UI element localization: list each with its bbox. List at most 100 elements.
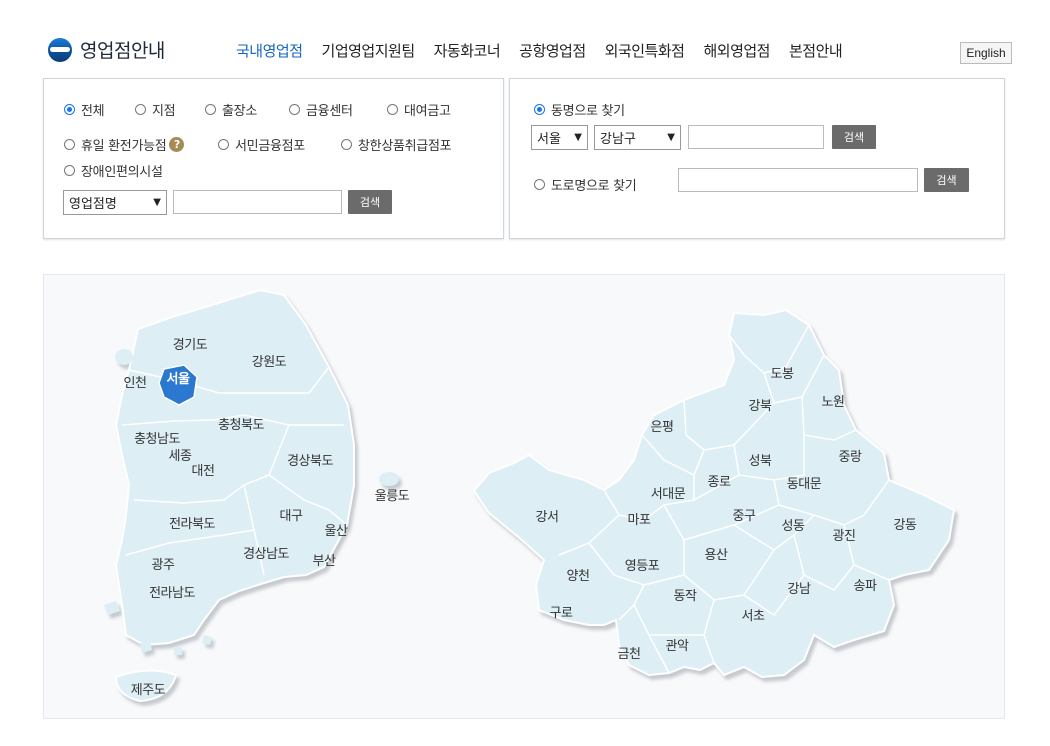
region-label-chungbuk[interactable]: 충청북도 — [218, 418, 265, 433]
type-radio-accessibility[interactable]: 장애인편의시설 — [64, 161, 163, 180]
by-road-radio[interactable]: 도로명으로 찾기 — [534, 175, 637, 194]
nav-head-office[interactable]: 본점안내 — [789, 40, 843, 61]
type-radio-low-income[interactable]: 서민금융점포 — [218, 135, 305, 154]
dong-search-button[interactable]: 검색 — [832, 125, 876, 149]
district-label-gangnam[interactable]: 강남 — [788, 582, 812, 597]
region-label-gyeongnam[interactable]: 경상남도 — [243, 547, 290, 562]
radio-button[interactable] — [218, 139, 229, 150]
field-select[interactable]: 영업점명 ▼ — [63, 190, 167, 215]
korea-map — [104, 288, 399, 703]
radio-button[interactable] — [387, 104, 398, 115]
radio-button[interactable] — [135, 104, 146, 115]
region-label-ulleungdo[interactable]: 울릉도 — [375, 489, 410, 504]
site-logo[interactable]: 영업점안내 — [48, 36, 165, 63]
district-label-seongdong[interactable]: 성동 — [782, 519, 806, 534]
region-label-gangwon[interactable]: 강원도 — [252, 355, 287, 370]
radio-label: 휴일 환전가능점 — [81, 139, 167, 154]
district-label-yangcheon[interactable]: 양천 — [567, 569, 590, 584]
nav-overseas-branch[interactable]: 해외영업점 — [703, 40, 770, 61]
dong-input[interactable] — [688, 125, 824, 149]
district-label-jongno[interactable]: 종로 — [708, 475, 732, 490]
region-label-incheon[interactable]: 인천 — [124, 376, 147, 391]
ganghwa-island — [115, 349, 133, 365]
region-label-ulsan[interactable]: 울산 — [325, 524, 349, 539]
chevron-down-icon: ▼ — [574, 132, 582, 143]
district-label-mapo[interactable]: 마포 — [628, 513, 652, 528]
type-radio-holiday-exchange[interactable]: 휴일 환전가능점? — [64, 135, 185, 154]
nav-airport-branch[interactable]: 공항영업점 — [519, 40, 586, 61]
nav-corporate-support[interactable]: 기업영업지원팀 — [322, 40, 416, 61]
radio-button[interactable] — [289, 104, 300, 115]
radio-label: 대여금고 — [404, 104, 451, 119]
region-label-chungnam[interactable]: 충청남도 — [134, 432, 181, 447]
district-label-yongsan[interactable]: 용산 — [705, 548, 729, 563]
district-label-seodaemun[interactable]: 서대문 — [651, 487, 686, 502]
type-radio-safe-deposit[interactable]: 대여금고 — [387, 100, 451, 119]
road-search-button[interactable]: 검색 — [924, 168, 969, 192]
region-label-gyeongbuk[interactable]: 경상북도 — [287, 454, 334, 469]
region-label-daejeon[interactable]: 대전 — [192, 464, 215, 479]
branch-search-button[interactable]: 검색 — [348, 190, 392, 214]
district-label-songpa[interactable]: 송파 — [854, 579, 878, 594]
nav-domestic-branch[interactable]: 국내영업점 — [236, 40, 303, 61]
region-label-jeonbuk[interactable]: 전라북도 — [169, 517, 216, 532]
branch-keyword-input[interactable] — [173, 190, 342, 214]
district-label-junggu[interactable]: 중구 — [733, 509, 757, 524]
region-label-daegu[interactable]: 대구 — [280, 509, 304, 524]
district-select-value: 강남구 — [600, 132, 636, 147]
district-select[interactable]: 강남구 ▼ — [594, 125, 681, 150]
radio-label: 전체 — [81, 104, 105, 119]
district-label-gangdong[interactable]: 강동 — [894, 518, 918, 533]
district-label-seongbuk[interactable]: 성북 — [749, 454, 773, 469]
question-icon[interactable]: ? — [169, 137, 185, 152]
seoul-outline — [472, 308, 956, 679]
radio-label: 장애인편의시설 — [81, 165, 163, 180]
district-label-gwangjin[interactable]: 광진 — [833, 529, 856, 544]
radio-label: 서민금융점포 — [235, 139, 305, 154]
district-label-guro[interactable]: 구로 — [550, 606, 574, 621]
region-label-gyeonggi[interactable]: 경기도 — [173, 338, 208, 353]
region-label-busan[interactable]: 부산 — [313, 554, 337, 569]
radio-button[interactable] — [64, 139, 75, 150]
district-label-dongjak[interactable]: 동작 — [674, 589, 698, 604]
district-label-nowon[interactable]: 노원 — [822, 395, 845, 410]
road-input[interactable] — [678, 168, 918, 192]
district-label-dobong[interactable]: 도봉 — [771, 367, 795, 382]
region-label-jeju[interactable]: 제주도 — [131, 683, 166, 698]
by-dong-radio[interactable]: 동명으로 찾기 — [534, 100, 625, 119]
nav-atm-corner[interactable]: 자동화코너 — [434, 40, 501, 61]
radio-button[interactable] — [534, 104, 545, 115]
district-label-seocho[interactable]: 서초 — [742, 609, 766, 624]
type-radio-branch[interactable]: 지점 — [135, 100, 176, 119]
english-button[interactable]: English — [960, 42, 1012, 64]
district-label-dongdaemun[interactable]: 동대문 — [787, 477, 822, 492]
region-maps: 경기도 강원도 인천 서울 충청북도 충청남도 세종 대전 경상북도 울릉도 전… — [104, 288, 956, 703]
district-label-geumcheon[interactable]: 금천 — [618, 647, 641, 662]
ulleungdo-island[interactable] — [379, 472, 399, 486]
region-label-sejong[interactable]: 세종 — [169, 449, 193, 464]
radio-button[interactable] — [205, 104, 216, 115]
region-label-jeonnam[interactable]: 전라남도 — [149, 586, 196, 601]
region-label-gwangju[interactable]: 광주 — [152, 558, 176, 573]
type-radio-outpost[interactable]: 출장소 — [205, 100, 257, 119]
radio-button[interactable] — [64, 104, 75, 115]
district-label-eunpyeong[interactable]: 은평 — [651, 420, 674, 435]
radio-label: 창한상품취급점포 — [358, 139, 452, 154]
radio-label: 출장소 — [222, 104, 257, 119]
region-label-seoul[interactable]: 서울 — [167, 371, 191, 387]
type-radio-startup-product[interactable]: 창한상품취급점포 — [341, 135, 452, 154]
district-label-gangbuk[interactable]: 강북 — [749, 399, 773, 414]
district-label-gangseo[interactable]: 강서 — [536, 510, 559, 525]
radio-label: 금융센터 — [306, 104, 353, 119]
district-label-gwanak[interactable]: 관악 — [666, 639, 690, 654]
radio-button[interactable] — [341, 139, 352, 150]
district-label-yeongdeungpo[interactable]: 영등포 — [625, 559, 660, 574]
type-radio-finance-center[interactable]: 금융센터 — [289, 100, 353, 119]
radio-button[interactable] — [64, 165, 75, 176]
chevron-down-icon: ▼ — [153, 197, 161, 208]
radio-button[interactable] — [534, 179, 545, 190]
district-label-jungnang[interactable]: 중랑 — [839, 450, 863, 465]
nav-foreigner-branch[interactable]: 외국인특화점 — [605, 40, 685, 61]
city-select[interactable]: 서울 ▼ — [531, 125, 588, 150]
type-radio-all[interactable]: 전체 — [64, 100, 105, 119]
